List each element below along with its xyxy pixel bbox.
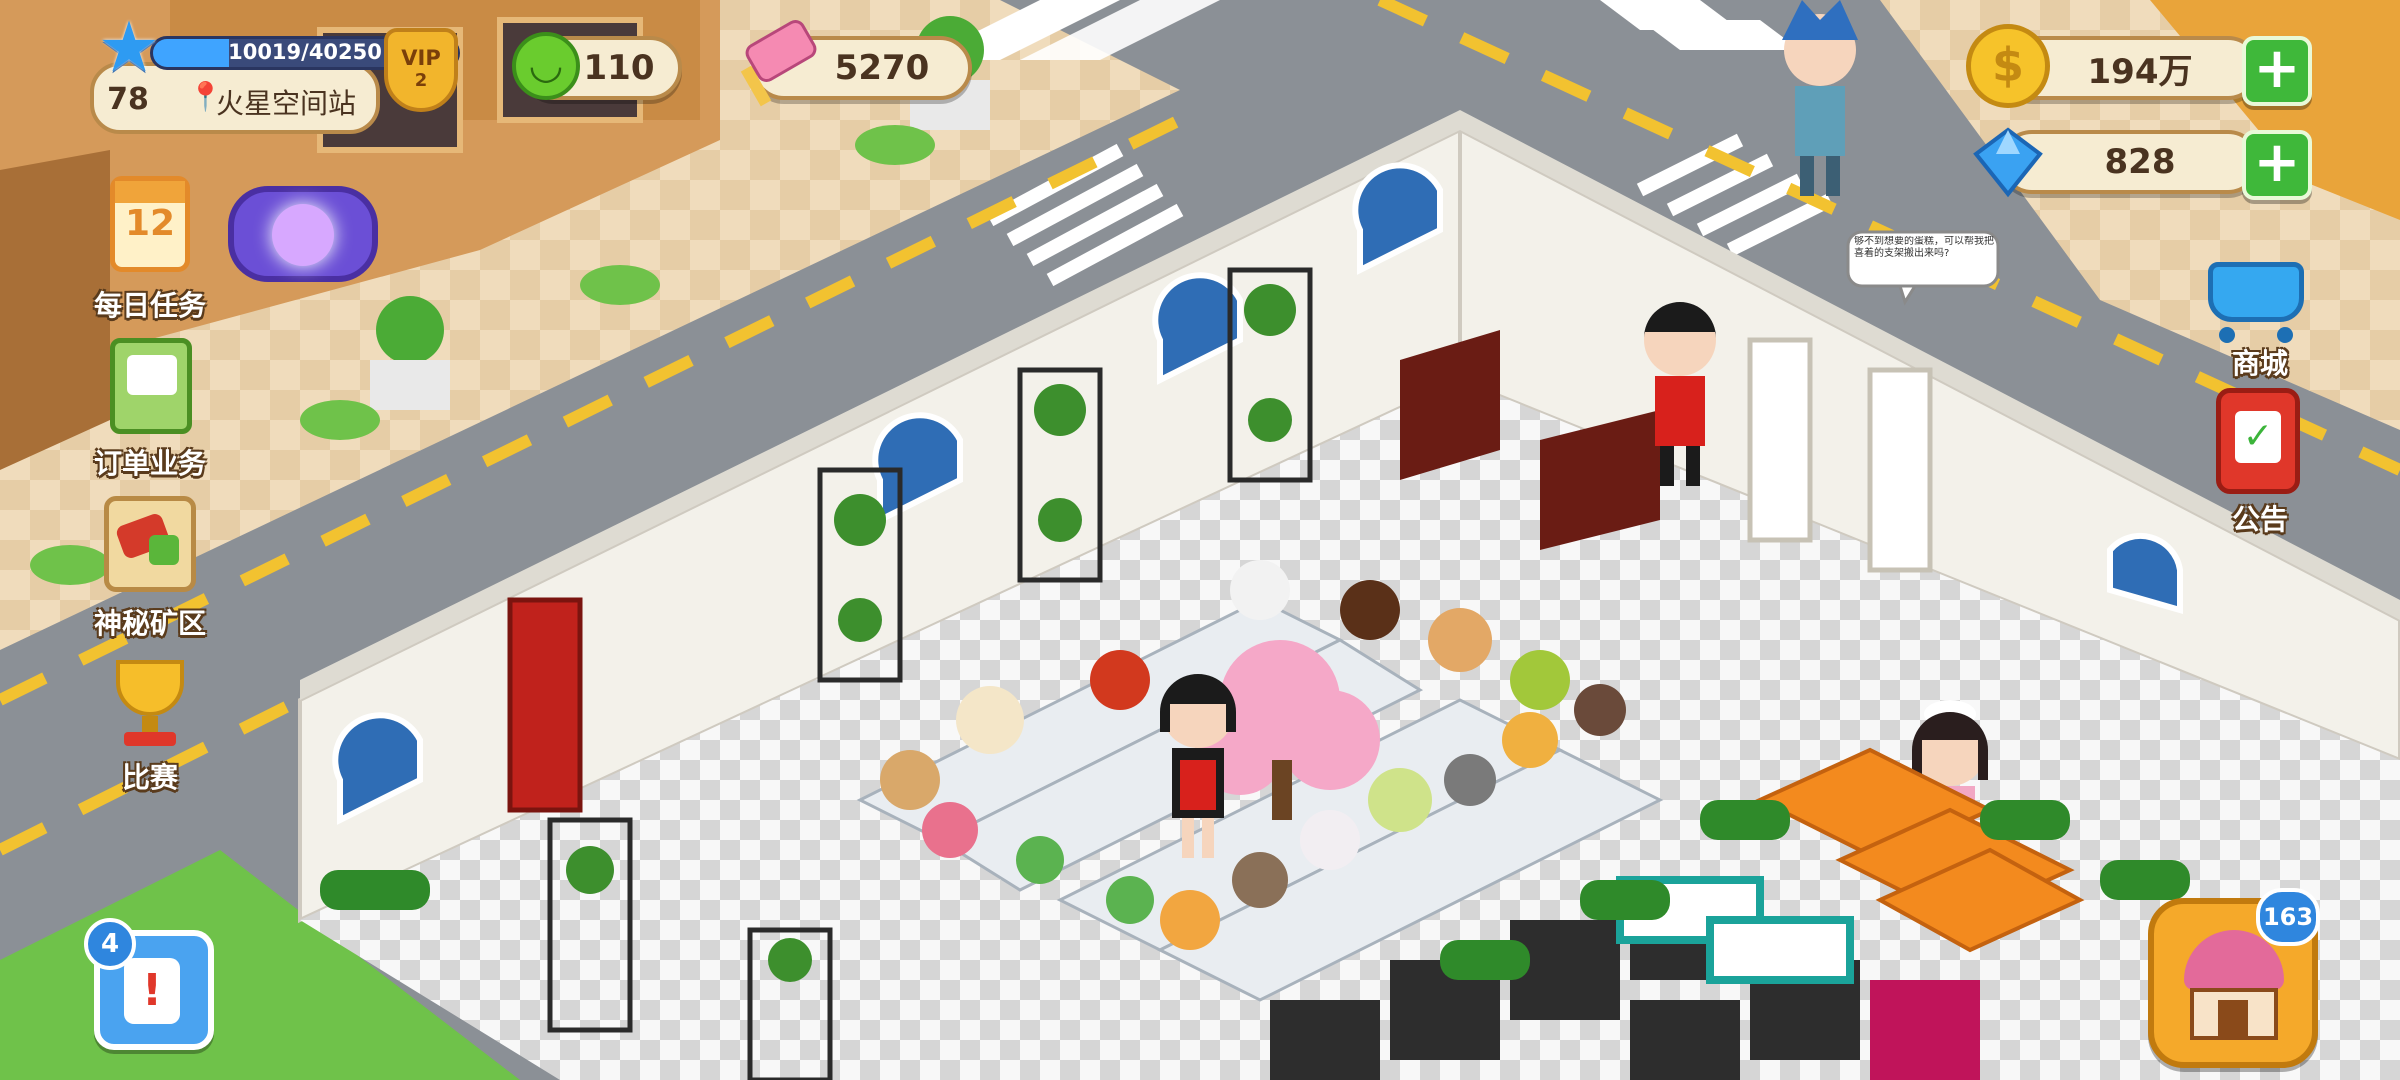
trophy-icon xyxy=(108,660,192,750)
gold-coin-icon: $ xyxy=(1966,24,2050,108)
hammer-icon xyxy=(730,16,821,107)
bakery-button[interactable]: 163 xyxy=(2140,888,2320,1068)
notice-button[interactable]: ✓ 公告 xyxy=(2190,384,2330,544)
white-door xyxy=(1867,367,1933,573)
portal-icon xyxy=(228,186,378,282)
bakery-badge: 163 xyxy=(2256,888,2320,946)
diamond-icon xyxy=(1970,124,2046,200)
mine-label: 神秘矿区 xyxy=(93,607,206,640)
vip-badge[interactable]: VIP 2 xyxy=(384,28,458,112)
smiley-icon: ◡ xyxy=(512,32,580,100)
contest-label: 比赛 xyxy=(121,761,178,794)
gold-value: 194万 xyxy=(2087,51,2193,92)
happiness-value: 110 xyxy=(583,48,655,88)
hammer-value: 5270 xyxy=(834,48,930,88)
orders-button[interactable]: 订单业务 xyxy=(90,330,210,480)
red-door xyxy=(507,597,583,813)
white-door xyxy=(1747,337,1813,543)
portal-button[interactable] xyxy=(228,186,378,282)
order-clipboard-icon xyxy=(110,338,192,434)
player-level: 78 xyxy=(107,82,149,117)
calendar-day: 12 xyxy=(124,203,176,244)
shop-label: 商城 xyxy=(2231,347,2288,380)
notes-button[interactable]: ! 4 xyxy=(84,910,234,1060)
daily-tasks-label: 每日任务 xyxy=(93,289,206,322)
diamond-value: 828 xyxy=(2104,142,2176,182)
vip-label: VIP xyxy=(401,46,441,70)
notice-label: 公告 xyxy=(2231,503,2288,536)
calendar-icon: 12 xyxy=(110,176,190,272)
speech-bubble-text: 够不到想要的蛋糕，可以帮我把喜着的支架搬出来吗? xyxy=(1854,236,1994,259)
star-icon: ★ xyxy=(97,6,161,88)
add-diamond-button[interactable]: + xyxy=(2242,130,2312,200)
notes-badge: 4 xyxy=(84,918,136,970)
mine-button[interactable]: 神秘矿区 xyxy=(90,490,210,640)
player-info-panel[interactable]: 10019/40250 ★ 78 📍 火星空间站 xyxy=(90,12,460,134)
mine-map-icon xyxy=(104,496,196,592)
location-name: 火星空间站 xyxy=(216,87,357,120)
vip-level: 2 xyxy=(414,70,428,91)
orders-label: 订单业务 xyxy=(93,447,206,480)
contest-button[interactable]: 比赛 xyxy=(90,650,210,800)
daily-tasks-button[interactable]: 12 每日任务 xyxy=(90,172,210,322)
notice-board-icon: ✓ xyxy=(2216,388,2300,494)
cherry-tree-trunk xyxy=(1272,760,1292,820)
shop-button[interactable]: 商城 xyxy=(2190,232,2330,382)
shopping-cart-icon xyxy=(2208,262,2304,343)
add-gold-button[interactable]: + xyxy=(2242,36,2312,106)
